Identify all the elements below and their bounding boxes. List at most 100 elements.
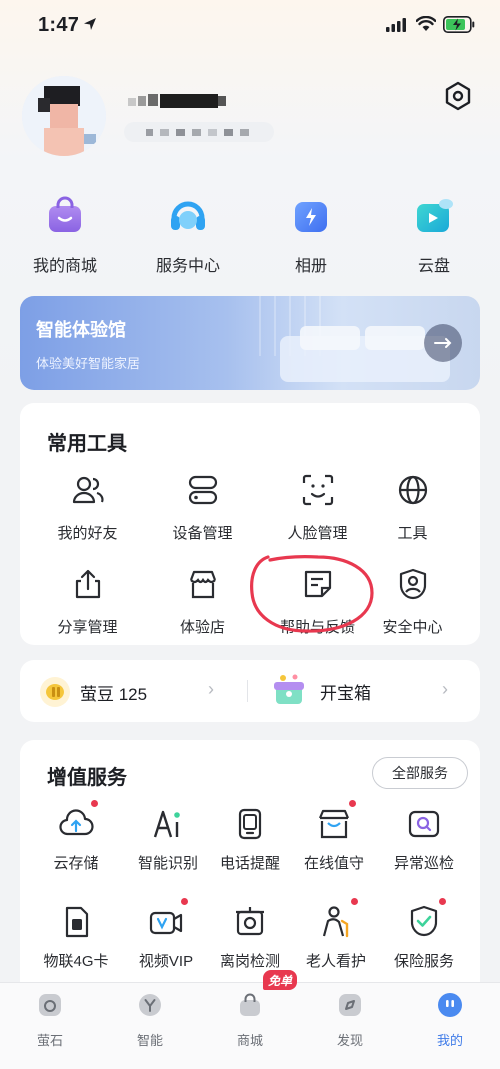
service-phone-alert[interactable]: 电话提醒 [204, 806, 296, 873]
notification-dot [181, 898, 188, 905]
online-guard-icon [318, 809, 350, 839]
location-arrow-icon [84, 18, 96, 30]
tool-label: 工具 [397, 525, 428, 542]
globe-icon [398, 475, 427, 505]
quick-label: 云盘 [417, 258, 450, 275]
service-label: 物联4G卡 [43, 953, 109, 970]
device-manage-icon [188, 475, 217, 505]
headset-icon [171, 201, 205, 230]
tool-label: 体验店 [179, 619, 225, 636]
service-label: 智能识别 [137, 855, 198, 872]
chevron-right-icon: › [442, 679, 448, 699]
tab-home[interactable]: 萤石 [20, 991, 80, 1049]
quick-item-album[interactable]: 相册 [256, 196, 366, 276]
cloud-drive-icon [417, 199, 453, 232]
treasure-box-icon [274, 674, 304, 704]
annotation-circle-mark [250, 555, 374, 633]
bottom-tab-bar: 萤石 智能 商城 发现 我的 [0, 982, 500, 1069]
beans-label: 萤豆 125 [80, 684, 148, 704]
arrow-right-icon[interactable] [424, 324, 462, 362]
sim-card-icon [65, 906, 89, 938]
service-elderly-care[interactable]: 老人看护 [290, 898, 382, 971]
inspect-icon [408, 810, 440, 838]
tab-label: 萤石 [36, 1033, 63, 1048]
profile-icon [438, 993, 462, 1017]
service-cloud-storage[interactable]: 云存储 [30, 800, 122, 873]
status-bar: 1:47 [0, 0, 500, 52]
security-user-icon [399, 568, 426, 600]
banner-title: 智能体验馆 [36, 320, 126, 340]
tab-profile[interactable]: 我的 [420, 991, 480, 1049]
tool-experience-store[interactable]: 体验店 [145, 567, 260, 637]
service-iot-4g-card[interactable]: 物联4G卡 [30, 904, 122, 971]
user-id-blurred [124, 122, 274, 142]
cellular-signal-icon [386, 18, 406, 32]
notification-dot [351, 898, 358, 905]
tab-label: 智能 [136, 1033, 163, 1048]
tool-device-manage[interactable]: 设备管理 [145, 473, 260, 543]
mall-free-order-badge: 免单 [263, 970, 297, 990]
treasure-entry[interactable]: 开宝箱 [270, 672, 371, 710]
ai-icon [153, 810, 180, 838]
avatar[interactable] [22, 76, 106, 156]
quick-item-shop[interactable]: 我的商城 [10, 196, 120, 276]
tool-friends[interactable]: 我的好友 [30, 473, 145, 543]
section-title-tools: 常用工具 [47, 433, 127, 455]
tool-label: 设备管理 [172, 525, 233, 542]
banner-subtitle: 体验美好智能家居 [36, 356, 141, 371]
beans-entry[interactable]: 萤豆 125 [38, 675, 147, 709]
quick-label: 服务中心 [155, 258, 220, 275]
store-icon [189, 570, 216, 599]
tab-label: 商城 [236, 1033, 263, 1048]
tab-label: 发现 [336, 1033, 363, 1048]
service-insurance[interactable]: 保险服务 [378, 898, 470, 971]
service-label: 视频VIP [138, 953, 194, 970]
service-label: 保险服务 [393, 953, 454, 970]
service-absence-detect[interactable]: 离岗检测 [204, 904, 296, 971]
elderly-care-icon [322, 906, 349, 938]
shop-bag-icon [49, 196, 81, 232]
mall-bag-icon [240, 993, 260, 1016]
all-services-button[interactable]: 全部服务 [372, 757, 468, 789]
service-label: 电话提醒 [219, 855, 280, 872]
section-title-services: 增值服务 [47, 767, 127, 789]
video-vip-icon [149, 911, 183, 935]
coin-bean-icon [40, 677, 70, 707]
service-label: 云存储 [53, 855, 99, 872]
service-anomaly-inspect[interactable]: 异常巡检 [378, 806, 470, 873]
insurance-shield-icon [410, 905, 438, 937]
status-time: 1:47 [38, 14, 80, 36]
tab-mall[interactable]: 商城 [220, 991, 280, 1049]
quick-item-service[interactable]: 服务中心 [133, 196, 243, 276]
tool-label: 分享管理 [57, 619, 118, 636]
quick-item-cloud[interactable]: 云盘 [379, 196, 489, 276]
album-icon [295, 202, 327, 232]
quick-label: 我的商城 [32, 258, 97, 275]
phone-alert-icon [238, 808, 262, 840]
cloud-upload-icon [59, 809, 94, 836]
service-video-vip[interactable]: 视频VIP [120, 898, 212, 971]
notification-dot [349, 800, 356, 807]
tool-share-manage[interactable]: 分享管理 [30, 567, 145, 637]
tool-tools[interactable]: 工具 [355, 473, 470, 543]
settings-button[interactable] [440, 78, 476, 114]
wifi-icon [416, 16, 436, 31]
chevron-right-icon: › [208, 679, 214, 699]
beans-card: 萤豆 125 › 开宝箱 › [20, 660, 480, 722]
smart-experience-banner[interactable]: 智能体验馆 体验美好智能家居 [20, 296, 480, 390]
face-scan-icon [302, 474, 333, 506]
service-smart-recognition[interactable]: 智能识别 [122, 806, 214, 873]
friends-icon [72, 476, 104, 504]
tab-smart[interactable]: 智能 [120, 991, 180, 1049]
tab-label: 我的 [436, 1033, 463, 1048]
service-online-guard[interactable]: 在线值守 [288, 800, 380, 873]
service-label: 离岗检测 [219, 953, 280, 970]
divider [247, 680, 248, 702]
tab-discover[interactable]: 发现 [320, 991, 380, 1049]
absence-detect-icon [236, 907, 264, 936]
service-label: 异常巡检 [393, 855, 454, 872]
smart-icon [139, 994, 161, 1016]
quick-label: 相册 [294, 258, 327, 275]
service-label: 在线值守 [303, 855, 364, 872]
home-icon [39, 994, 61, 1016]
